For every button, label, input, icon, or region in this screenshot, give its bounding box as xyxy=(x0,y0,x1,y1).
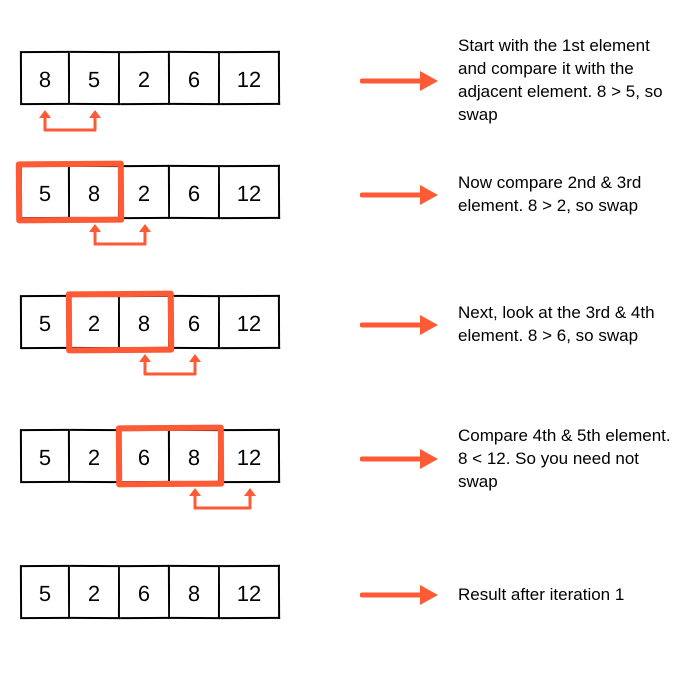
step-description-3: Next, look at the 3rd & 4th element. 8 >… xyxy=(440,302,680,348)
swap-arrows-1 xyxy=(39,108,101,134)
arrow-icon-5 xyxy=(360,568,440,622)
cell-2-3: 2 xyxy=(120,165,170,219)
cell-3-1: 5 xyxy=(20,295,70,349)
step-2: 582612 Now compare 2nd & 3rd element. 8 … xyxy=(20,165,680,225)
array-2: 582612 xyxy=(20,165,310,225)
cell-2-2: 8 xyxy=(70,165,120,219)
swap-arrows-4 xyxy=(189,486,256,512)
step-3: 528612 Next, look at the 3rd & 4th eleme… xyxy=(20,295,680,355)
arrow-icon-2 xyxy=(360,168,440,222)
array-1: 852612 xyxy=(20,51,310,111)
cell-3-2: 2 xyxy=(70,295,120,349)
cell-2-5: 12 xyxy=(220,165,280,219)
cell-1-1: 8 xyxy=(20,51,70,105)
step-description-2: Now compare 2nd & 3rd element. 8 > 2, so… xyxy=(440,172,680,218)
array-4: 526812 xyxy=(20,429,310,489)
cell-1-4: 6 xyxy=(170,51,220,105)
step-description-5: Result after iteration 1 xyxy=(440,584,680,607)
cell-5-2: 2 xyxy=(70,565,120,619)
arrow-icon-3 xyxy=(360,298,440,352)
cell-1-2: 5 xyxy=(70,51,120,105)
step-description-4: Compare 4th & 5th element. 8 < 12. So yo… xyxy=(440,425,680,494)
array-3: 528612 xyxy=(20,295,310,355)
cell-4-1: 5 xyxy=(20,429,70,483)
step-4: 526812 Compare 4th & 5th element. 8 < 12… xyxy=(20,425,680,494)
cell-5-5: 12 xyxy=(220,565,280,619)
cell-5-3: 6 xyxy=(120,565,170,619)
cell-4-4: 8 xyxy=(170,429,220,483)
cell-2-4: 6 xyxy=(170,165,220,219)
cell-4-3: 6 xyxy=(120,429,170,483)
step-5: 526812 Result after iteration 1 xyxy=(20,565,680,625)
cell-5-4: 8 xyxy=(170,565,220,619)
swap-arrows-2 xyxy=(89,222,151,248)
array-5: 526812 xyxy=(20,565,310,625)
cell-3-3: 8 xyxy=(120,295,170,349)
cell-4-5: 12 xyxy=(220,429,280,483)
arrow-icon-4 xyxy=(360,432,440,486)
step-1: 852612 Start with the 1st element and co… xyxy=(20,35,680,127)
cell-1-5: 12 xyxy=(220,51,280,105)
cell-3-5: 12 xyxy=(220,295,280,349)
swap-arrows-3 xyxy=(139,352,201,378)
arrow-icon-1 xyxy=(360,54,440,108)
cell-2-1: 5 xyxy=(20,165,70,219)
cell-4-2: 2 xyxy=(70,429,120,483)
step-description-1: Start with the 1st element and compare i… xyxy=(440,35,680,127)
cell-5-1: 5 xyxy=(20,565,70,619)
cell-1-3: 2 xyxy=(120,51,170,105)
cell-3-4: 6 xyxy=(170,295,220,349)
